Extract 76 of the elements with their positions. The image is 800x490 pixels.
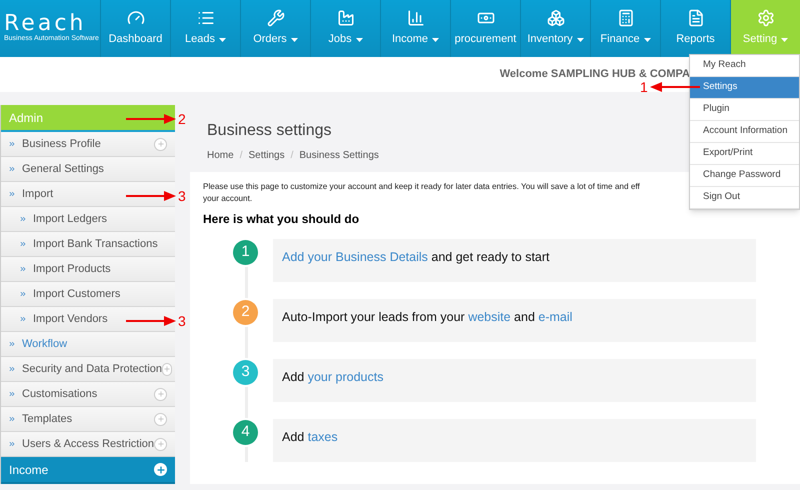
plus-icon[interactable] <box>162 362 172 376</box>
intro-text: Please use this page to customize your account and keep it ready for later data entries. You will save a lot of time and eff your account. <box>203 181 640 205</box>
step-number: 1 <box>233 240 258 265</box>
section-heading: Here is what you should do <box>203 211 360 228</box>
annotation-number: 1 <box>640 80 648 94</box>
sidebar-item[interactable]: Templates <box>1 407 175 432</box>
breadcrumb-link[interactable]: Settings <box>248 148 285 163</box>
right-arrow-icon <box>126 114 176 124</box>
chevron-icon <box>8 140 16 148</box>
nav-icon <box>406 9 424 28</box>
step-number: 3 <box>233 360 258 385</box>
step-text: Add your Business Details and get ready to start <box>282 249 550 266</box>
breadcrumb-link[interactable]: Business Settings <box>299 148 379 163</box>
step-link[interactable]: website <box>468 310 511 324</box>
chevron-icon <box>8 440 16 448</box>
nav-icon <box>616 9 634 28</box>
menu-item[interactable]: Account Information <box>690 121 799 143</box>
sidebar-item[interactable]: Business Profile <box>1 132 175 157</box>
sidebar-item[interactable]: Workflow <box>1 332 175 357</box>
breadcrumb-separator: / <box>290 149 294 163</box>
left-arrow-icon <box>650 82 700 92</box>
sidebar-item[interactable]: General Settings <box>1 157 175 182</box>
chevron-icon <box>19 265 27 273</box>
chevron-icon <box>8 165 16 173</box>
chevron-icon <box>8 390 16 398</box>
step-text: Add taxes <box>282 429 338 446</box>
step-number: 2 <box>233 300 258 325</box>
menu-item[interactable]: Sign Out <box>690 187 799 209</box>
chevron-icon <box>8 190 16 198</box>
chevron-icon <box>8 340 16 348</box>
sidebar-item[interactable]: Users & Access Restriction <box>1 432 175 457</box>
annotation-number: 3 <box>178 314 186 328</box>
plus-icon[interactable] <box>154 412 167 426</box>
breadcrumb-link[interactable]: Home <box>207 148 234 163</box>
annotation-number: 2 <box>178 112 186 126</box>
sidebar-item[interactable]: Security and Data Protection <box>1 357 175 382</box>
sidebar-item[interactable]: Import Products <box>1 257 175 282</box>
welcome-text: Welcome SAMPLING HUB & COMPA <box>500 67 690 82</box>
nav-icon <box>546 9 564 28</box>
nav-icon <box>686 9 704 28</box>
chevron-icon <box>8 365 16 373</box>
chevron-icon <box>19 240 27 248</box>
sidebar-item[interactable]: Import Customers <box>1 282 175 307</box>
sidebar-item[interactable]: Import Vendors <box>1 307 175 332</box>
sidebar-item[interactable]: Customisations <box>1 382 175 407</box>
chevron-icon <box>19 315 27 323</box>
right-arrow-icon <box>126 191 176 201</box>
right-arrow-icon <box>126 316 176 326</box>
plus-icon[interactable] <box>154 438 167 450</box>
step-link[interactable]: your products <box>308 370 384 384</box>
step-link[interactable]: e-mail <box>538 310 572 324</box>
plus-icon[interactable] <box>154 388 167 400</box>
menu-item[interactable]: Plugin <box>690 99 799 121</box>
step-link[interactable]: taxes <box>308 430 338 444</box>
chevron-icon <box>19 215 27 223</box>
step-text: Add your products <box>282 369 384 386</box>
step-link[interactable]: Add your Business Details <box>282 250 428 264</box>
step-number: 4 <box>233 420 258 445</box>
breadcrumb-separator: / <box>240 149 242 163</box>
chevron-icon <box>8 415 16 423</box>
nav-icon <box>266 9 284 28</box>
sidebar-section-header[interactable]: Income <box>1 457 175 484</box>
nav-icon <box>756 9 774 28</box>
sidebar-item[interactable]: Import Ledgers <box>1 207 175 232</box>
menu-item[interactable]: Export/Print <box>690 143 799 165</box>
menu-item[interactable]: Settings <box>690 77 799 99</box>
sidebar-item[interactable]: Import Bank Transactions <box>1 232 175 257</box>
nav-icon <box>336 9 354 28</box>
page-title: Business settings <box>207 121 332 141</box>
plus-icon[interactable] <box>154 138 167 150</box>
chevron-icon <box>19 290 27 298</box>
step-text: Auto-Import your leads from your website and e-mail <box>282 309 572 326</box>
annotation-number: 3 <box>178 189 186 203</box>
plus-icon[interactable] <box>154 463 167 476</box>
sidebar-item[interactable]: Import <box>1 182 175 207</box>
menu-item[interactable]: Change Password <box>690 165 799 187</box>
